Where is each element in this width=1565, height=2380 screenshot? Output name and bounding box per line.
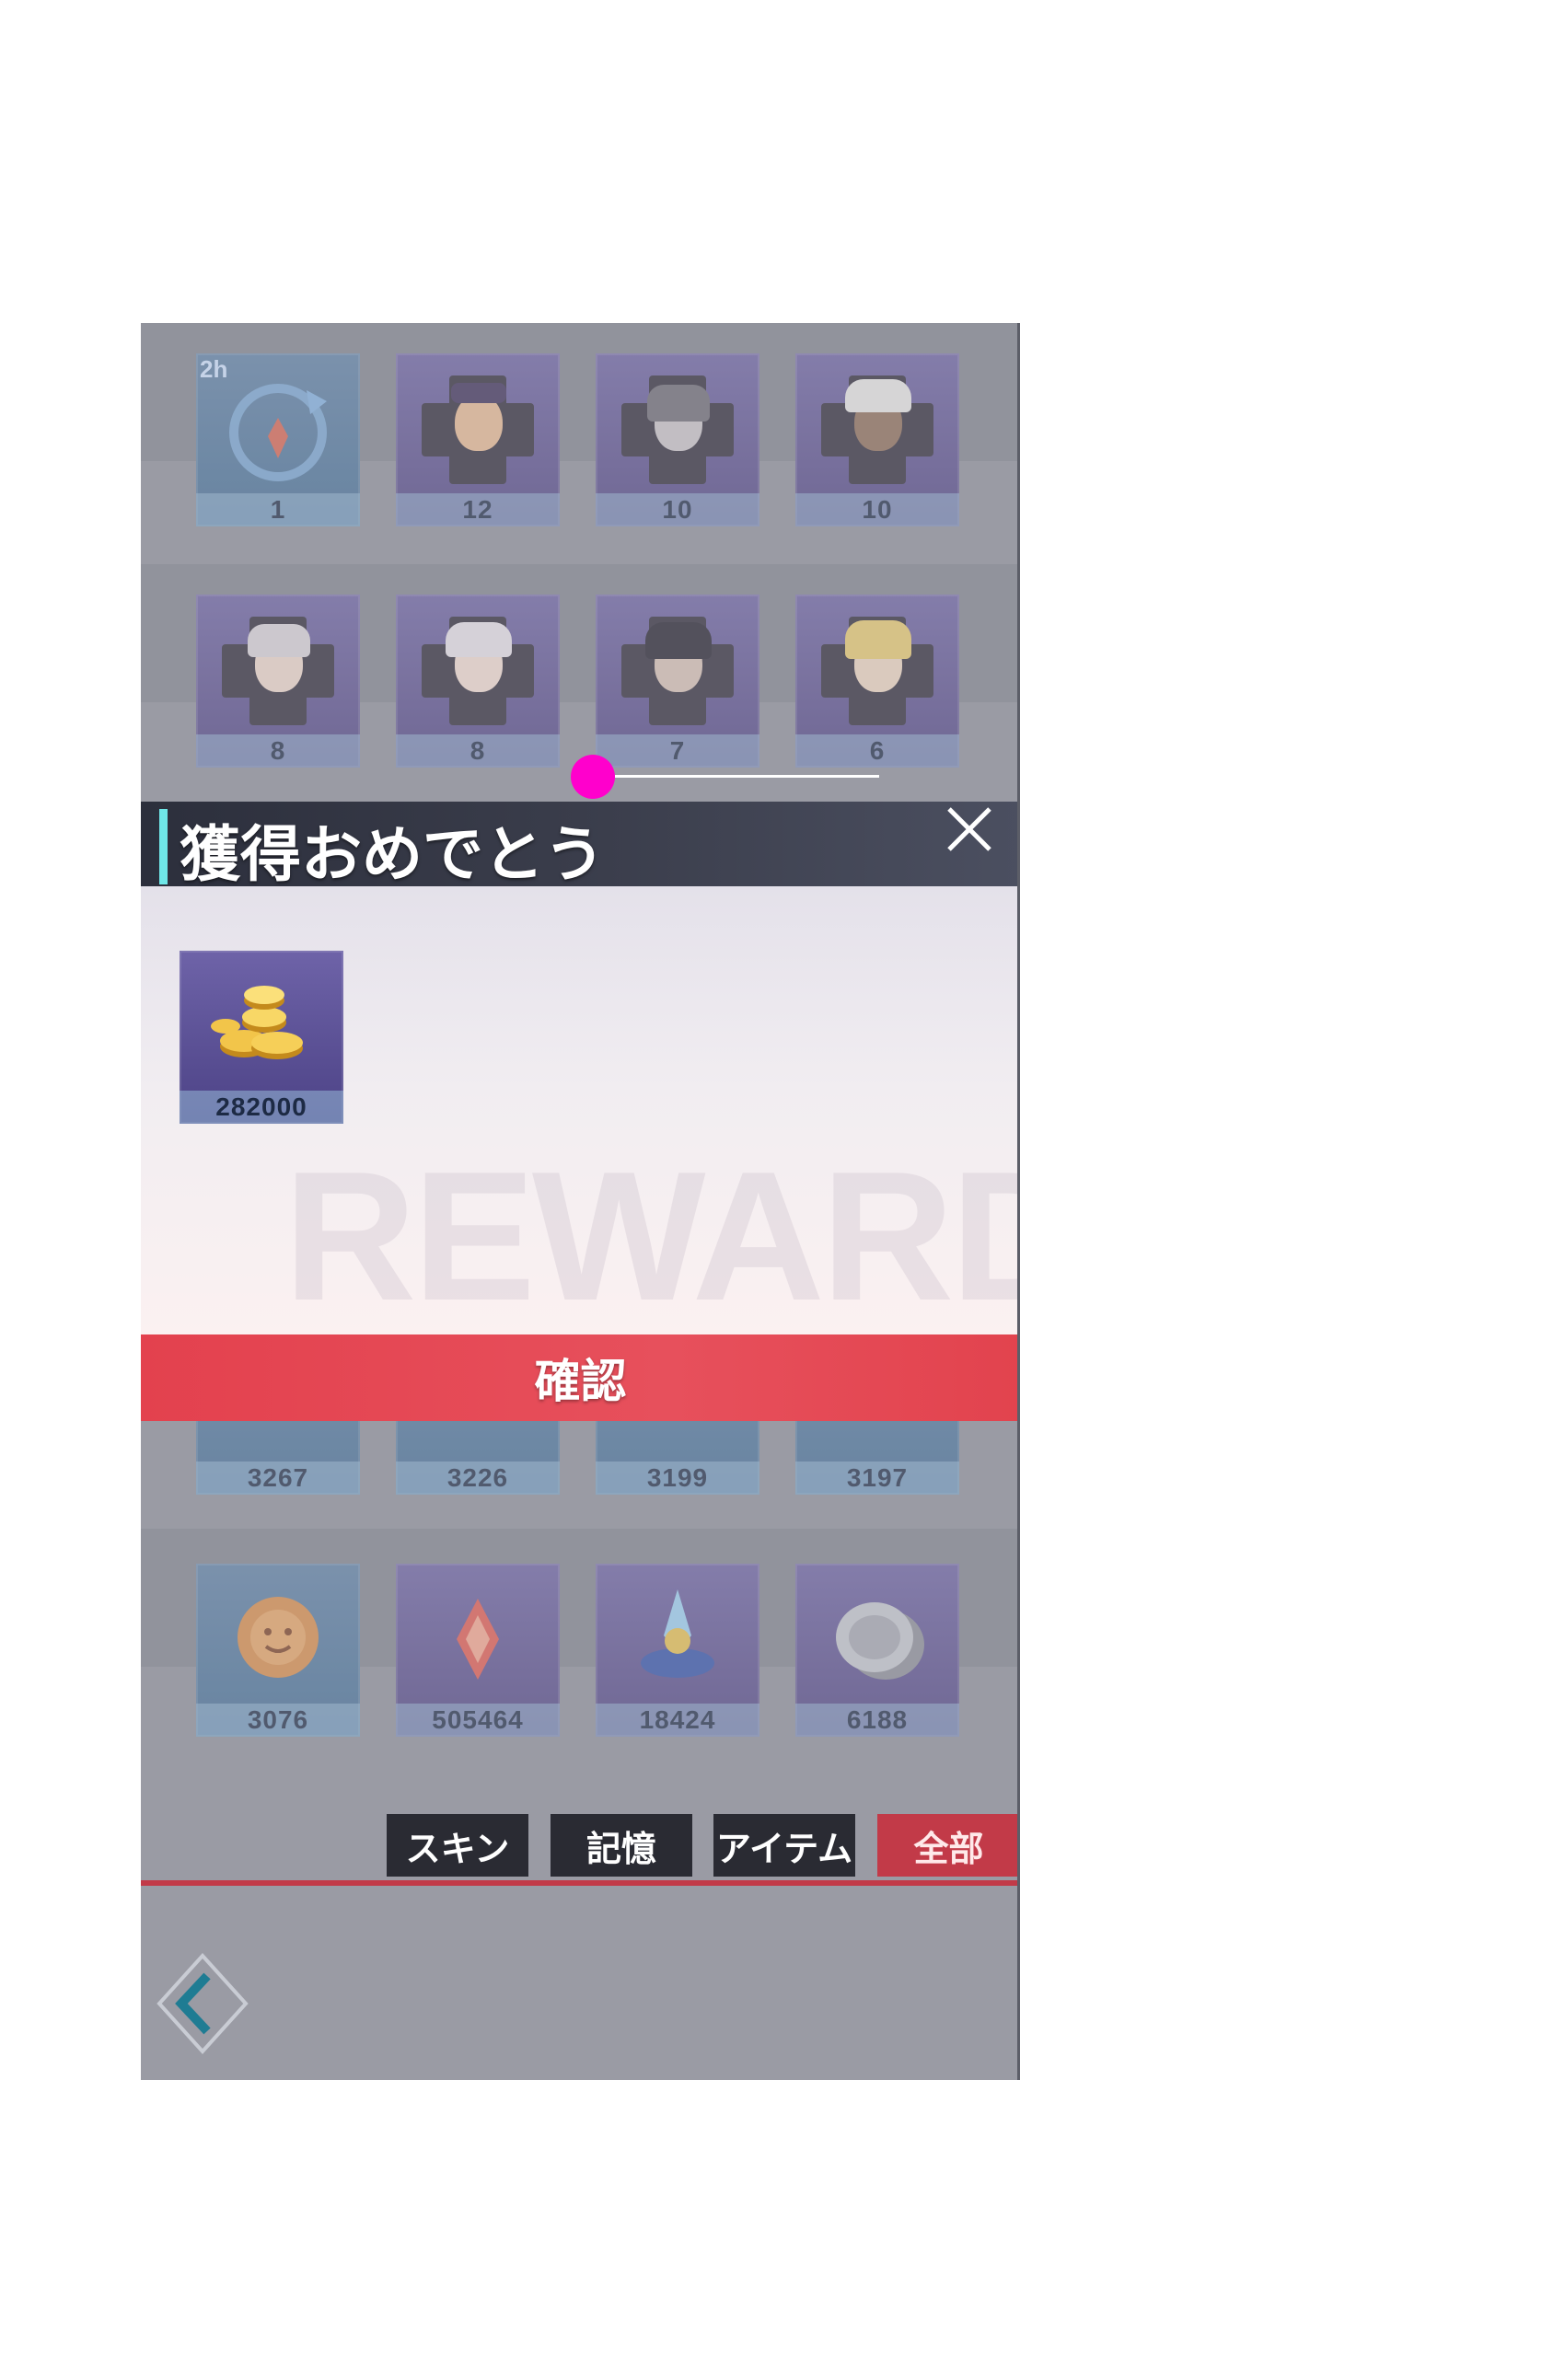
tab-underline bbox=[141, 1880, 1017, 1886]
tab-all[interactable]: 全部 bbox=[877, 1814, 1017, 1877]
confirm-button[interactable]: 確認 bbox=[141, 1334, 1017, 1421]
reward-item[interactable]: 282000 bbox=[180, 951, 343, 1124]
dialog-title: 獲得おめでとう bbox=[180, 819, 605, 890]
close-icon[interactable] bbox=[942, 802, 997, 857]
back-arrow-icon[interactable] bbox=[152, 1948, 253, 2059]
tab-items[interactable]: アイテム bbox=[713, 1814, 855, 1877]
cursor-marker bbox=[571, 755, 615, 799]
reward-dialog-body: REWARD 282000 bbox=[141, 886, 1020, 1334]
tab-skin[interactable]: スキン bbox=[387, 1814, 528, 1877]
dialog-header: 獲得おめでとう bbox=[141, 802, 1017, 890]
reward-watermark: REWARD bbox=[284, 1134, 1020, 1334]
reward-count: 282000 bbox=[215, 1092, 307, 1121]
gold-coins-icon bbox=[211, 986, 303, 1059]
confirm-label: 確認 bbox=[534, 1355, 627, 1408]
header-accent-bar bbox=[159, 809, 168, 884]
tab-memory[interactable]: 記憶 bbox=[551, 1814, 692, 1877]
cursor-marker-line bbox=[615, 775, 879, 778]
filter-tab-bar: スキン 記憶 アイテム 全部 bbox=[141, 1814, 1017, 1886]
game-screen: 2h 1 12 10 10 8 8 7 6 3267 3226 3199 319… bbox=[141, 323, 1020, 2080]
